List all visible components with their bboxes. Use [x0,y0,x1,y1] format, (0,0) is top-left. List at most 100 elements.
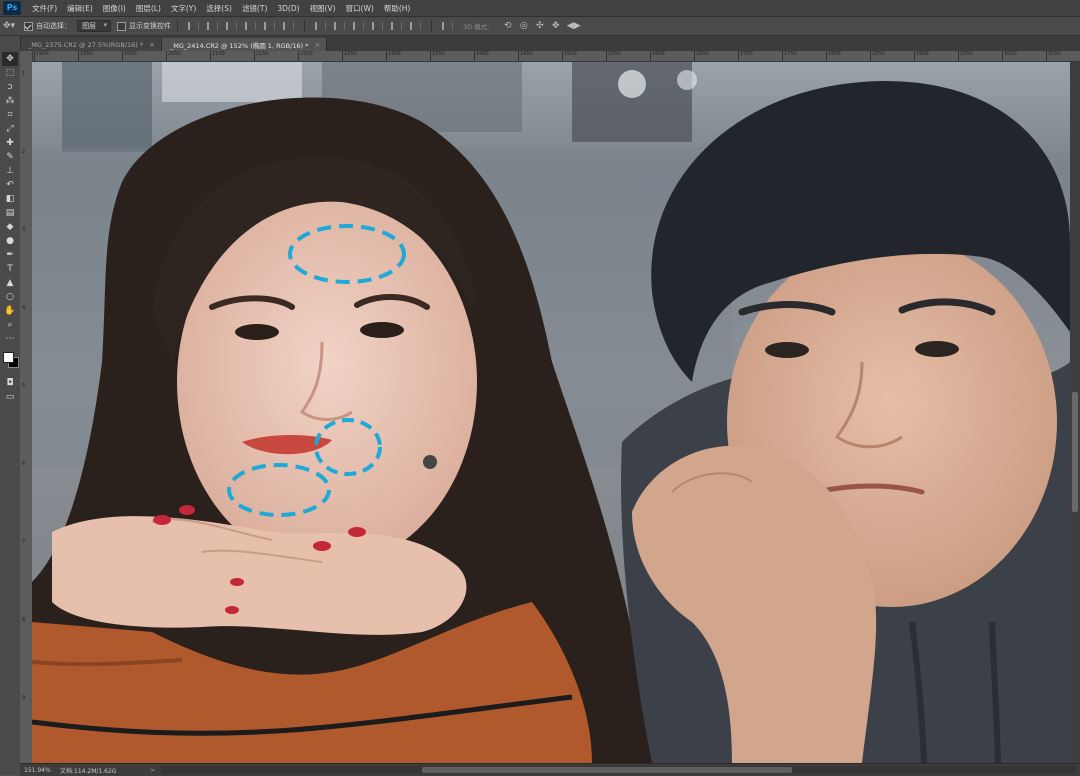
screen-mode-icon[interactable]: ▭ [2,390,18,404]
move-tool-icon[interactable]: ✥ [2,52,18,66]
3d-pan-icon[interactable]: ✣ [535,20,545,32]
tool-list: ✥ ⬚ ↄ ⁂ ⌗ ⤢ ✚ ✎ ⊥ ↶ ◧ ▤ ◆ ● ✒ T ▲ ○ ✋ ⌕ ⋯ [0,52,20,346]
ruler-tick-label: 2050 [166,51,181,61]
scroll-thumb[interactable] [422,767,792,773]
ruler-tick-label: 2900 [914,51,929,61]
status-menu-arrow-icon[interactable]: > [150,767,162,774]
menu-file[interactable]: 文件(F) [27,3,62,14]
ruler-tick-label: 1 [22,71,26,77]
foreground-color-swatch[interactable] [3,352,14,363]
distribute-left-icon[interactable] [372,22,384,30]
close-icon[interactable]: × [314,41,320,49]
menu-window[interactable]: 窗口(W) [341,3,379,14]
brush-tool-icon[interactable]: ✎ [2,150,18,164]
distribute-bottom-icon[interactable] [353,22,365,30]
document-tab-bar: _MG_2375.CR2 @ 27.5%(RGB/16) * × _MG_241… [20,36,1080,51]
tab-label: _MG_2375.CR2 @ 27.5%(RGB/16) * [28,40,144,49]
tools-panel: ✥ ⬚ ↄ ⁂ ⌗ ⤢ ✚ ✎ ⊥ ↶ ◧ ▤ ◆ ● ✒ T ▲ ○ ✋ ⌕ ⋯ ◘ ▭ [0,36,21,775]
type-tool-icon[interactable]: T [2,262,18,276]
ruler-tick-label: 2700 [738,51,753,61]
3d-slide-icon[interactable]: ✥ [551,20,561,32]
align-left-icon[interactable] [245,22,257,30]
align-right-icon[interactable] [283,22,295,30]
move-tool-preset-icon[interactable]: ✥▾ [3,20,15,32]
align-hcenter-icon[interactable] [264,22,276,30]
marquee-tool-icon[interactable]: ⬚ [2,66,18,80]
crop-tool-icon[interactable]: ⌗ [2,108,18,122]
history-brush-tool-icon[interactable]: ↶ [2,178,18,192]
close-icon[interactable]: × [149,41,155,49]
distribute-top-icon[interactable] [315,22,327,30]
document-canvas[interactable] [32,62,1070,763]
ruler-tick-label: 2400 [474,51,489,61]
pen-tool-icon[interactable]: ✒ [2,248,18,262]
ruler-tick-label: 9 [22,695,26,701]
healing-brush-tool-icon[interactable]: ✚ [2,136,18,150]
eyedropper-tool-icon[interactable]: ⤢ [2,122,18,136]
vertical-scrollbar[interactable] [1070,62,1080,763]
menu-help[interactable]: 帮助(H) [379,3,416,14]
ruler-tick-label: 3050 [1046,51,1061,61]
distribute-hcenter-icon[interactable] [391,22,403,30]
dodge-tool-icon[interactable]: ● [2,234,18,248]
zoom-level[interactable]: 151.94% [20,767,60,774]
horizontal-scrollbar[interactable] [162,766,1076,774]
ruler-tick-label: 2000 [122,51,137,61]
ruler-tick-label: 2300 [386,51,401,61]
auto-select-dropdown[interactable]: 图层 [77,20,112,32]
menu-image[interactable]: 图像(I) [98,3,131,14]
document-tab[interactable]: _MG_2375.CR2 @ 27.5%(RGB/16) * × [20,38,162,51]
ruler-tick-label: 2500 [562,51,577,61]
quick-select-tool-icon[interactable]: ⁂ [2,94,18,108]
ruler-tick-label: 5 [22,383,26,389]
align-top-icon[interactable] [188,22,200,30]
ruler-tick-label: 2 [22,149,26,155]
ruler-tick-label: 2650 [694,51,709,61]
shape-tool-icon[interactable]: ○ [2,290,18,304]
menu-edit[interactable]: 编辑(E) [62,3,98,14]
more-tools-icon[interactable]: ⋯ [2,332,18,346]
ruler-tick-label: 2250 [342,51,357,61]
color-swatches[interactable] [2,350,19,372]
ruler-tick-label: 1950 [78,51,93,61]
menu-bar: Ps 文件(F) 编辑(E) 图像(I) 图层(L) 文字(Y) 选择(S) 滤… [0,0,1080,17]
menu-select[interactable]: 选择(S) [201,3,237,14]
ruler-tick-label: 8 [22,617,26,623]
menu-filter[interactable]: 滤镜(T) [237,3,272,14]
document-tab-active[interactable]: _MG_2414.CR2 @ 152% (椭圆 1, RGB/16) * × [161,38,328,51]
ruler-tick-label: 2800 [826,51,841,61]
show-transform-checkbox[interactable] [117,21,127,31]
show-transform-label: 显示变换控件 [129,22,172,30]
hand-tool-icon[interactable]: ✋ [2,304,18,318]
clone-stamp-tool-icon[interactable]: ⊥ [2,164,18,178]
separator [304,20,306,32]
eraser-tool-icon[interactable]: ◧ [2,192,18,206]
zoom-tool-icon[interactable]: ⌕ [2,318,18,332]
ruler-tick-label: 6 [22,461,26,467]
menu-type[interactable]: 文字(Y) [166,3,201,14]
lasso-tool-icon[interactable]: ↄ [2,80,18,94]
3d-rotate-icon[interactable]: ⟲ [503,20,513,32]
ruler-tick-label: 2950 [958,51,973,61]
distribute-right-icon[interactable] [410,22,422,30]
ruler-tick-label: 2150 [254,51,269,61]
3d-roll-icon[interactable]: ◎ [519,20,529,32]
ruler-tick-label: 3000 [1002,51,1017,61]
3d-scale-icon[interactable]: ◀▶ [567,20,581,32]
auto-align-icon[interactable] [442,22,454,30]
status-bar: 151.94% 文档:114.2M/1.62G > [20,763,1080,776]
horizontal-ruler[interactable]: 1900 1950 2000 2050 2100 2150 2200 2250 2300 2350… [32,51,1080,62]
blur-tool-icon[interactable]: ◆ [2,220,18,234]
menu-3d[interactable]: 3D(D) [272,4,304,13]
distribute-vcenter-icon[interactable] [334,22,346,30]
auto-select-checkbox[interactable] [24,21,34,31]
gradient-tool-icon[interactable]: ▤ [2,206,18,220]
auto-select-label: 自动选择： [36,22,72,30]
align-vcenter-icon[interactable] [207,22,219,30]
path-select-tool-icon[interactable]: ▲ [2,276,18,290]
quick-mask-icon[interactable]: ◘ [2,376,18,390]
align-bottom-icon[interactable] [226,22,238,30]
menu-layer[interactable]: 图层(L) [131,3,166,14]
scroll-thumb[interactable] [1072,392,1078,512]
menu-view[interactable]: 视图(V) [305,3,341,14]
